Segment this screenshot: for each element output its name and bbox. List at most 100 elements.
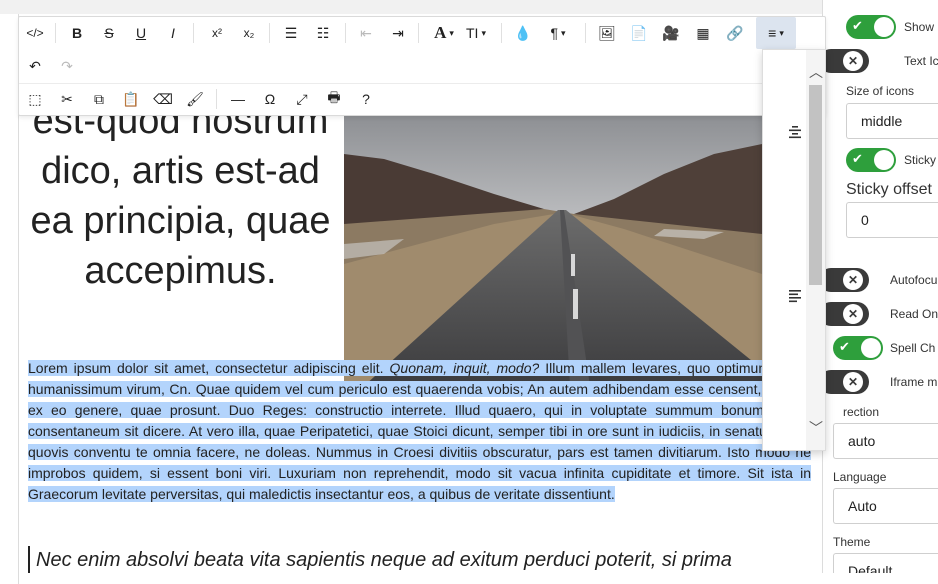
fullsize-button[interactable]: ⤢ <box>290 83 314 115</box>
sticky-offset-label: Sticky offset <box>846 181 932 198</box>
top-strip <box>0 0 938 14</box>
language-label: Language <box>833 470 887 484</box>
undo-button[interactable]: ↶ <box>23 50 47 82</box>
paragraph-button[interactable]: ¶ ▾ <box>542 17 574 49</box>
symbol-button[interactable]: Ω <box>258 83 282 115</box>
source-button[interactable]: </> <box>23 17 47 49</box>
print-button[interactable]: 🖶 <box>322 83 346 115</box>
horizontal-rule-button[interactable]: — <box>226 83 250 115</box>
source-icon: </> <box>26 26 44 40</box>
sticky-offset-input[interactable]: 0 <box>846 202 938 238</box>
superscript-button[interactable]: x² <box>203 17 231 49</box>
scroll-down-icon[interactable]: ﹀ <box>809 418 823 438</box>
selected-paragraph[interactable]: Lorem ipsum dolor sit amet, consectetur … <box>28 358 812 505</box>
cut-button[interactable]: ✂ <box>55 83 79 115</box>
bullet-list-icon: ☰ <box>284 24 298 41</box>
para-italic: Quonam, inquit, modo? <box>389 360 540 376</box>
select-all-icon: ⬚ <box>28 90 42 107</box>
bold-button[interactable]: B <box>65 17 89 49</box>
toolbar-separator <box>55 23 56 43</box>
select-all-button[interactable]: ⬚ <box>23 83 47 115</box>
link-icon: 🔗 <box>726 24 744 41</box>
show-toggle[interactable]: ✔ <box>846 15 896 39</box>
redo-icon: ↷ <box>61 57 73 74</box>
help-icon: ? <box>362 91 370 107</box>
iframe-label: Iframe m <box>890 375 938 389</box>
superscript-icon: x² <box>212 26 222 40</box>
size-of-icons-select[interactable]: middle <box>846 103 938 139</box>
spellcheck-toggle[interactable]: ✔ <box>833 336 883 360</box>
content-heading[interactable]: est-quod nostrum dico, artis est-ad ea p… <box>28 96 333 296</box>
spellcheck-label: Spell Ch <box>890 341 936 355</box>
copy-icon: ⧉ <box>94 90 104 107</box>
link-button[interactable]: 🔗 <box>723 17 747 49</box>
scissors-icon: ✂ <box>61 90 73 107</box>
drop-icon: 💧 <box>514 24 532 41</box>
autofocus-label: Autofocu <box>890 273 938 287</box>
image-button[interactable]: 🖼 <box>595 17 619 49</box>
table-button[interactable]: ▦ <box>691 17 715 49</box>
size-of-icons-label: Size of icons <box>846 84 915 98</box>
align-left-icon <box>789 290 801 303</box>
redo-button[interactable]: ↷ <box>55 50 79 82</box>
table-icon: ▦ <box>696 24 710 41</box>
read-only-label: Read On <box>890 307 938 321</box>
chevron-down-icon: ▾ <box>481 27 486 38</box>
about-button[interactable]: ? <box>354 83 378 115</box>
text-icons-toggle[interactable]: ✕ <box>823 49 869 73</box>
iframe-toggle[interactable]: ✕ <box>823 370 869 394</box>
direction-label: rection <box>843 405 880 419</box>
font-size-icon: TI <box>466 25 479 41</box>
autofocus-toggle[interactable]: ✕ <box>823 268 869 292</box>
copy-button[interactable]: ⧉ <box>87 83 111 115</box>
align-button[interactable]: ≡ ▾ <box>756 17 796 49</box>
sticky-label: Sticky <box>904 153 937 167</box>
road-image[interactable] <box>344 114 762 386</box>
font-icon: A <box>434 23 447 42</box>
underline-icon: U <box>135 25 147 41</box>
scroll-up-icon[interactable]: ︿ <box>809 62 823 82</box>
blockquote[interactable]: Nec enim absolvi beata vita sapientis ne… <box>28 546 816 573</box>
file-button[interactable]: 📄 <box>627 17 651 49</box>
para-text-rest: Illum mallem levares, quo optimum atque … <box>28 360 812 502</box>
format-painter-button[interactable]: 🖌 <box>183 83 207 115</box>
bold-icon: B <box>71 25 83 41</box>
theme-select[interactable]: Default <box>833 553 938 573</box>
eraser-button[interactable]: ⌫ <box>151 83 175 115</box>
paste-button[interactable]: 📋 <box>119 83 143 115</box>
outdent-button[interactable]: ⇤ <box>354 17 378 49</box>
indent-button[interactable]: ⇥ <box>386 17 410 49</box>
align-left-option[interactable] <box>783 286 807 306</box>
color-button[interactable]: 💧 <box>511 17 535 49</box>
dropdown-scrollbar[interactable]: ︿ ﹀ <box>806 50 825 450</box>
toolbar-separator <box>269 23 270 43</box>
italic-icon: I <box>171 25 175 41</box>
ordered-list-button[interactable]: ☷ <box>311 17 335 49</box>
expand-icon: ⤢ <box>296 90 308 107</box>
italic-button[interactable]: I <box>161 17 185 49</box>
align-center-option[interactable] <box>783 122 807 142</box>
language-select[interactable]: Auto <box>833 488 938 524</box>
video-button[interactable]: 🎥 <box>659 17 683 49</box>
subscript-button[interactable]: x₂ <box>235 17 263 49</box>
chevron-down-icon: ▾ <box>449 27 454 38</box>
underline-button[interactable]: U <box>129 17 153 49</box>
align-dropdown: ︿ ﹀ <box>762 49 826 451</box>
strikethrough-button[interactable]: S <box>97 17 121 49</box>
font-size-button[interactable]: TI ▾ <box>460 17 492 49</box>
direction-select[interactable]: auto <box>833 423 938 459</box>
theme-label: Theme <box>833 535 871 549</box>
paint-roller-icon: 🖌 <box>186 90 204 107</box>
eraser-icon: ⌫ <box>153 90 173 107</box>
chevron-down-icon: ▾ <box>779 27 784 38</box>
para-text-start: Lorem ipsum dolor sit amet, consectetur … <box>28 360 390 376</box>
sticky-toggle[interactable]: ✔ <box>846 148 896 172</box>
font-button[interactable]: A ▾ <box>428 17 460 49</box>
read-only-toggle[interactable]: ✕ <box>823 302 869 326</box>
text-icons-label: Text Ic <box>904 54 938 68</box>
paste-icon: 📋 <box>122 90 140 107</box>
align-icon: ≡ <box>768 25 777 41</box>
file-icon: 📄 <box>630 24 648 41</box>
scroll-thumb[interactable] <box>809 85 822 285</box>
unordered-list-button[interactable]: ☰ <box>279 17 303 49</box>
